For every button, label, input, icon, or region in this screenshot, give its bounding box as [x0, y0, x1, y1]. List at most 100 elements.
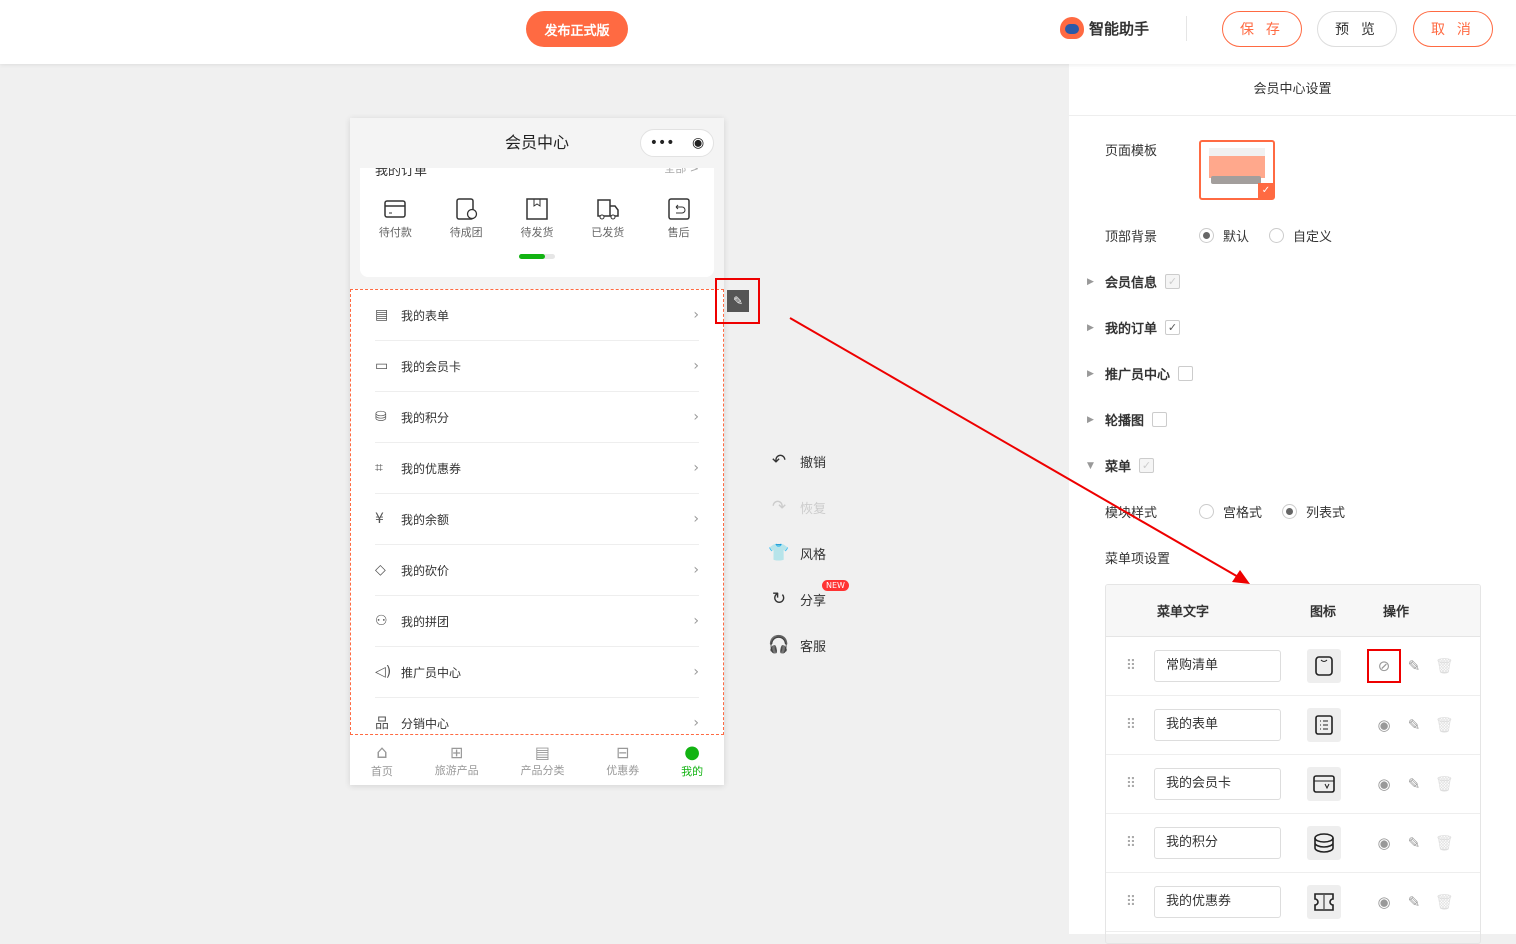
menu-text-input[interactable]: 常购清单	[1154, 650, 1281, 682]
order-all-link[interactable]: 全部 >	[664, 168, 699, 179]
redo-button[interactable]: ↷ 恢复	[768, 484, 826, 530]
delete-icon[interactable]: 🗑	[1435, 834, 1454, 852]
publish-button[interactable]: 发布正式版	[526, 11, 628, 47]
drag-handle-icon[interactable]: ⠿	[1106, 658, 1154, 674]
tab-mine[interactable]: ● 我的	[681, 742, 703, 779]
section-checkbox[interactable]	[1152, 412, 1168, 427]
edit-icon[interactable]: ✎	[1405, 893, 1423, 911]
close-target-icon[interactable]: ◉	[692, 129, 704, 157]
caret-right-icon[interactable]: ▶	[1087, 369, 1094, 379]
menu-icon-picker[interactable]	[1307, 649, 1341, 683]
menu-icon-picker[interactable]	[1307, 826, 1341, 860]
bg-default-radio[interactable]: 默认	[1199, 226, 1249, 245]
delete-icon[interactable]: 🗑	[1435, 716, 1454, 734]
edit-icon[interactable]: ✎	[1405, 775, 1423, 793]
box-icon	[526, 198, 548, 220]
mini-program-capsule[interactable]: ••• ◉	[640, 129, 714, 157]
menu-item-icon	[1315, 656, 1333, 676]
order-after-sale[interactable]: 售后	[649, 198, 709, 240]
menu-list[interactable]: ▤ 我的表单 › ▭ 我的会员卡 › ⛁ 我的积分 › ⌗ 我的优惠券 › ¥ 我的余额 › ◇ 我的砍价 › ⚇ 我…	[350, 289, 724, 749]
smart-assistant[interactable]: 智能助手	[1060, 17, 1149, 39]
drag-handle-icon[interactable]: ⠿	[1106, 894, 1154, 910]
section-toggle[interactable]: ▶ 推广员中心	[1087, 364, 1194, 383]
menu-icon-picker[interactable]	[1307, 767, 1341, 801]
more-icon[interactable]: •••	[650, 129, 675, 157]
menu-item[interactable]: ⌗ 我的优惠券 ›	[375, 443, 699, 494]
share-button[interactable]: ↻ 分享 NEW	[768, 576, 849, 622]
menu-item-icon: ⌗	[375, 460, 383, 476]
menu-text-input[interactable]: 我的表单	[1154, 709, 1281, 741]
menu-item-icon	[1313, 775, 1335, 793]
caret-right-icon[interactable]: ▶	[1087, 277, 1094, 287]
eye-off-icon[interactable]: ⊘	[1367, 649, 1401, 683]
menu-item[interactable]: ⚇ 我的拼团 ›	[375, 596, 699, 647]
service-button[interactable]: 🎧 客服	[768, 622, 826, 668]
preview-button[interactable]: 预 览	[1317, 11, 1397, 47]
menu-icon-picker[interactable]	[1307, 708, 1341, 742]
tab-label: 优惠券	[606, 763, 640, 777]
section-checkbox[interactable]: ✓	[1165, 274, 1181, 289]
edit-icon[interactable]: ✎	[1405, 834, 1423, 852]
tab-coupons[interactable]: ⊟ 优惠券	[606, 743, 639, 778]
menu-text-input[interactable]: 我的积分	[1154, 827, 1281, 859]
section-checkbox[interactable]: ✓	[1139, 458, 1155, 473]
menu-text-input[interactable]: 我的优惠券	[1154, 886, 1281, 918]
undo-button[interactable]: ↶ 撤销	[768, 438, 826, 484]
template-thumbnail-selected[interactable]: ✓	[1199, 140, 1275, 200]
style-button[interactable]: 👕 风格	[768, 530, 826, 576]
edit-icon[interactable]: ✎	[1405, 716, 1423, 734]
drag-handle-icon[interactable]: ⠿	[1106, 717, 1154, 733]
eye-icon[interactable]: ◉	[1375, 893, 1393, 911]
eye-icon[interactable]: ◉	[1375, 834, 1393, 852]
tab-travel-products[interactable]: ⊞ 旅游产品	[435, 743, 479, 778]
delete-icon[interactable]: 🗑	[1435, 893, 1454, 911]
delete-icon[interactable]: 🗑	[1435, 775, 1454, 793]
tab-categories[interactable]: ▤ 产品分类	[520, 743, 564, 778]
eye-icon[interactable]: ◉	[1375, 716, 1393, 734]
order-pending-group[interactable]: 待成团	[436, 198, 496, 240]
save-button[interactable]: 保 存	[1222, 11, 1302, 47]
menu-item-icon	[1314, 893, 1334, 911]
caret-down-icon[interactable]: ▼	[1087, 461, 1094, 471]
menu-item[interactable]: ¥ 我的余额 ›	[375, 494, 699, 545]
edit-pencil-icon[interactable]: ✎	[727, 290, 749, 312]
order-title: 我的订单	[375, 168, 428, 179]
phone-title: 会员中心	[504, 133, 569, 152]
menu-item[interactable]: ◇ 我的砍价 ›	[375, 545, 699, 596]
caret-right-icon[interactable]: ▶	[1087, 323, 1094, 333]
eye-icon[interactable]: ◉	[1375, 775, 1393, 793]
style-grid-radio[interactable]: 宫格式	[1199, 502, 1262, 521]
menu-item[interactable]: ▤ 我的表单 ›	[375, 290, 699, 341]
order-shipped[interactable]: 已发货	[578, 198, 638, 240]
menu-item[interactable]: ▭ 我的会员卡 ›	[375, 341, 699, 392]
tool-label: 分享	[800, 593, 827, 609]
order-pending-ship[interactable]: 待发货	[507, 198, 567, 240]
style-list-radio[interactable]: 列表式	[1282, 502, 1345, 521]
menu-text-input[interactable]: 我的会员卡	[1154, 768, 1281, 800]
menu-item[interactable]: ◁) 推广员中心 ›	[375, 647, 699, 698]
home-icon: ⌂	[376, 741, 388, 763]
share-icon: ↻	[771, 589, 787, 609]
section-toggle[interactable]: ▶ 会员信息 ✓	[1087, 272, 1181, 291]
return-icon	[667, 198, 690, 220]
section-checkbox[interactable]	[1178, 366, 1194, 381]
order-pending-payment[interactable]: 待付款	[365, 198, 425, 240]
menu-icon-picker[interactable]	[1307, 885, 1341, 919]
edit-icon[interactable]: ✎	[1405, 657, 1423, 675]
menu-item[interactable]: ⛁ 我的积分 ›	[375, 392, 699, 443]
bg-custom-radio[interactable]: 自定义	[1269, 226, 1332, 245]
robot-icon	[1060, 17, 1084, 39]
drag-handle-icon[interactable]: ⠿	[1106, 835, 1154, 851]
delete-icon[interactable]: 🗑	[1435, 657, 1454, 675]
section-toggle[interactable]: ▶ 我的订单 ✓	[1087, 318, 1181, 337]
tab-home[interactable]: ⌂ 首页	[371, 742, 393, 779]
section-toggle[interactable]: ▼ 菜单 ✓	[1087, 456, 1155, 475]
cancel-button[interactable]: 取 消	[1413, 11, 1493, 47]
section-checkbox[interactable]: ✓	[1165, 320, 1181, 335]
radio-label: 列表式	[1306, 506, 1346, 521]
table-row: ⠿ 常购清单 ⊘ ✎ 🗑	[1106, 637, 1480, 696]
menu-item-icon	[1314, 833, 1334, 853]
drag-handle-icon[interactable]: ⠿	[1106, 776, 1154, 792]
section-toggle[interactable]: ▶ 轮播图	[1087, 410, 1168, 429]
caret-right-icon[interactable]: ▶	[1087, 415, 1094, 425]
